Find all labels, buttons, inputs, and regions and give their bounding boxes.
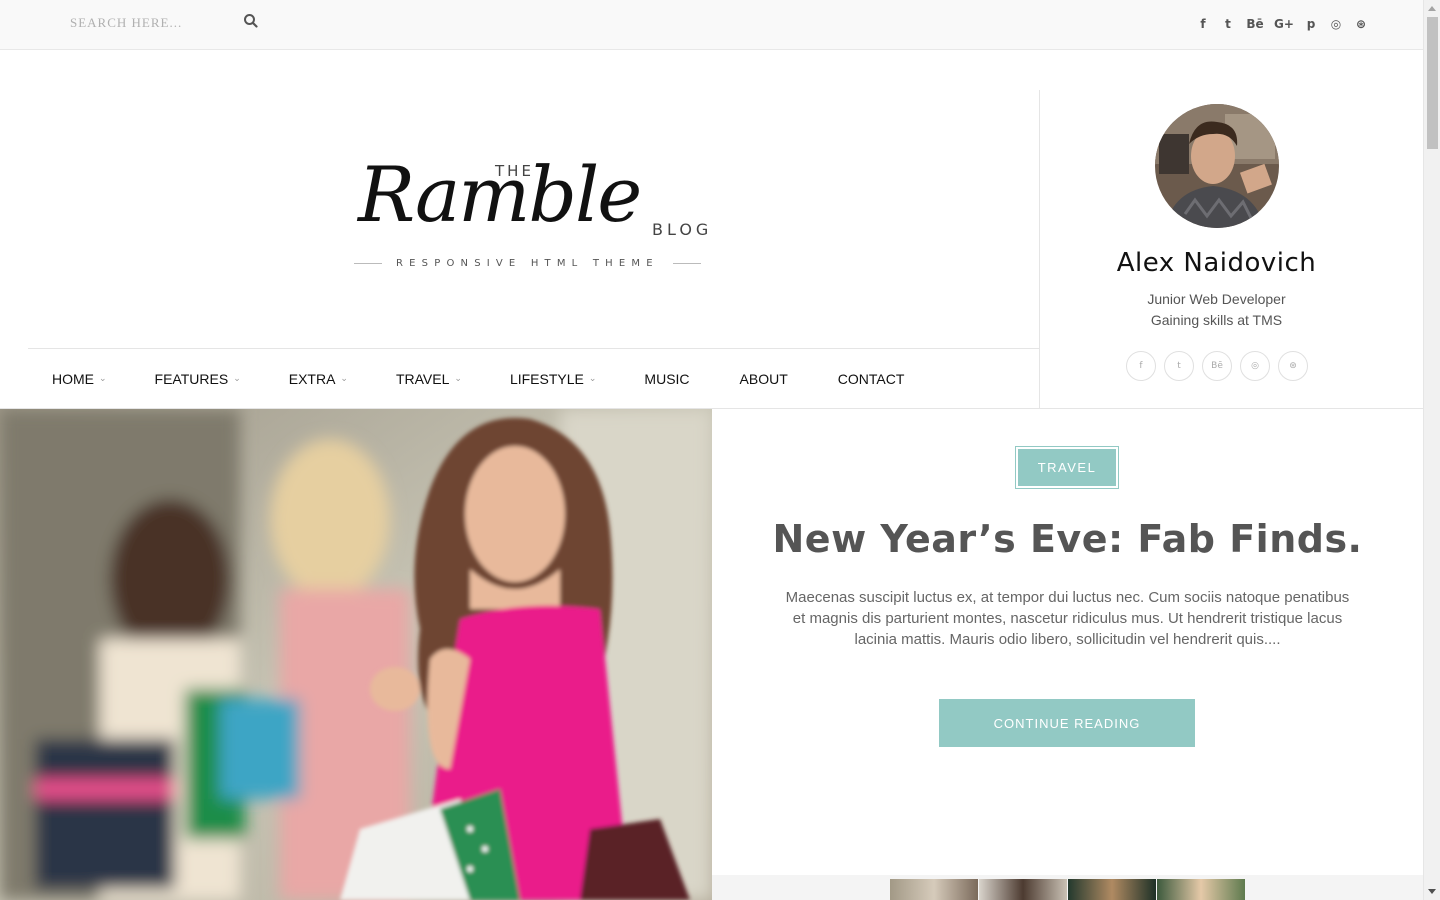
nav-item-lifestyle[interactable]: LIFESTYLE ⌄ <box>510 371 596 387</box>
chevron-down-icon: ⌄ <box>340 373 348 383</box>
site-logo[interactable]: Ramble THE BLOG RESPONSIVE HTML THEME <box>350 150 720 280</box>
search-icon[interactable] <box>242 12 260 30</box>
nav-item-about[interactable]: ABOUT <box>740 371 788 387</box>
thumbnail-image[interactable] <box>979 879 1067 900</box>
profile-role: Junior Web Developer <box>1147 291 1286 307</box>
scroll-up-icon[interactable] <box>1428 6 1436 11</box>
google-plus-icon[interactable]: G+ <box>1274 16 1294 32</box>
scrollbar-thumb[interactable] <box>1427 17 1438 149</box>
nav-item-label: HOME <box>52 370 94 387</box>
post-excerpt: Maecenas suscipit luctus ex, at tempor d… <box>785 589 1350 648</box>
dribbble-icon[interactable]: ⊛ <box>1278 351 1308 381</box>
top-bar: f t Bē G+ p ◎ ⊛ <box>0 0 1423 50</box>
twitter-icon[interactable]: t <box>1221 16 1235 32</box>
post-thumbnails-strip <box>712 875 1423 900</box>
chevron-down-icon: ⌄ <box>233 373 241 383</box>
facebook-icon[interactable]: f <box>1126 351 1156 381</box>
profile-social-links: f t Bē ◎ ⊛ <box>1126 351 1308 381</box>
logo-the: THE <box>495 162 534 180</box>
main-nav: HOME ⌄ FEATURES ⌄ EXTRA ⌄ TRAVEL ⌄ LIFESTYLE… <box>28 349 904 408</box>
nav-item-extra[interactable]: EXTRA ⌄ <box>289 371 348 387</box>
continue-reading-button[interactable]: CONTINUE READING <box>939 699 1195 747</box>
search-input[interactable] <box>60 8 240 38</box>
chevron-down-icon: ⌄ <box>454 373 462 383</box>
nav-item-music[interactable]: MUSIC <box>644 371 689 387</box>
top-social-links: f t Bē G+ p ◎ ⊛ <box>1196 16 1368 32</box>
divider <box>672 263 701 264</box>
thumbnail-image[interactable] <box>890 879 978 900</box>
post-title[interactable]: New Year’s Eve: Fab Finds. <box>712 517 1423 561</box>
logo-blog: BLOG <box>652 220 713 239</box>
avatar[interactable] <box>1155 104 1279 228</box>
category-badge[interactable]: TRAVEL <box>1015 446 1119 489</box>
featured-post: TRAVEL New Year’s Eve: Fab Finds. Maecen… <box>712 409 1423 875</box>
nav-item-label: ABOUT <box>739 370 788 387</box>
category-label[interactable]: TRAVEL <box>1018 449 1116 486</box>
profile-subtitle: Gaining skills at TMS <box>1150 312 1283 328</box>
page-scrollbar[interactable] <box>1423 0 1440 900</box>
instagram-icon[interactable]: ◎ <box>1240 351 1270 381</box>
featured-post-image[interactable] <box>0 409 712 900</box>
nav-item-label: EXTRA <box>288 370 336 387</box>
logo-tagline: RESPONSIVE HTML THEME <box>396 258 659 269</box>
nav-item-label: FEATURES <box>154 370 229 387</box>
chevron-down-icon: ⌄ <box>99 373 107 383</box>
dribbble-icon[interactable]: ⊛ <box>1354 16 1368 32</box>
thumbnail-image[interactable] <box>1068 879 1156 900</box>
nav-item-label: TRAVEL <box>395 370 450 387</box>
nav-item-label: MUSIC <box>644 370 690 387</box>
nav-item-contact[interactable]: CONTACT <box>838 371 905 387</box>
nav-item-features[interactable]: FEATURES ⌄ <box>155 371 241 387</box>
behance-icon[interactable]: Bē <box>1246 16 1264 32</box>
author-profile: Alex Naidovich Junior Web Developer Gain… <box>1040 90 1423 408</box>
divider <box>354 263 382 264</box>
logo-tagline-row: RESPONSIVE HTML THEME <box>354 258 716 269</box>
nav-item-label: LIFESTYLE <box>509 370 584 387</box>
twitter-icon[interactable]: t <box>1164 351 1194 381</box>
chevron-down-icon: ⌄ <box>588 373 597 383</box>
instagram-icon[interactable]: ◎ <box>1329 16 1343 32</box>
nav-item-home[interactable]: HOME ⌄ <box>52 371 107 387</box>
thumbnail-image[interactable] <box>1157 879 1245 900</box>
profile-name: Alex Naidovich <box>1116 248 1317 278</box>
behance-icon[interactable]: Bē <box>1202 351 1232 381</box>
nav-item-label: CONTACT <box>837 370 905 387</box>
pinterest-icon[interactable]: p <box>1304 16 1318 32</box>
facebook-icon[interactable]: f <box>1196 16 1210 32</box>
nav-item-travel[interactable]: TRAVEL ⌄ <box>396 371 462 387</box>
scroll-down-icon[interactable] <box>1428 889 1436 894</box>
